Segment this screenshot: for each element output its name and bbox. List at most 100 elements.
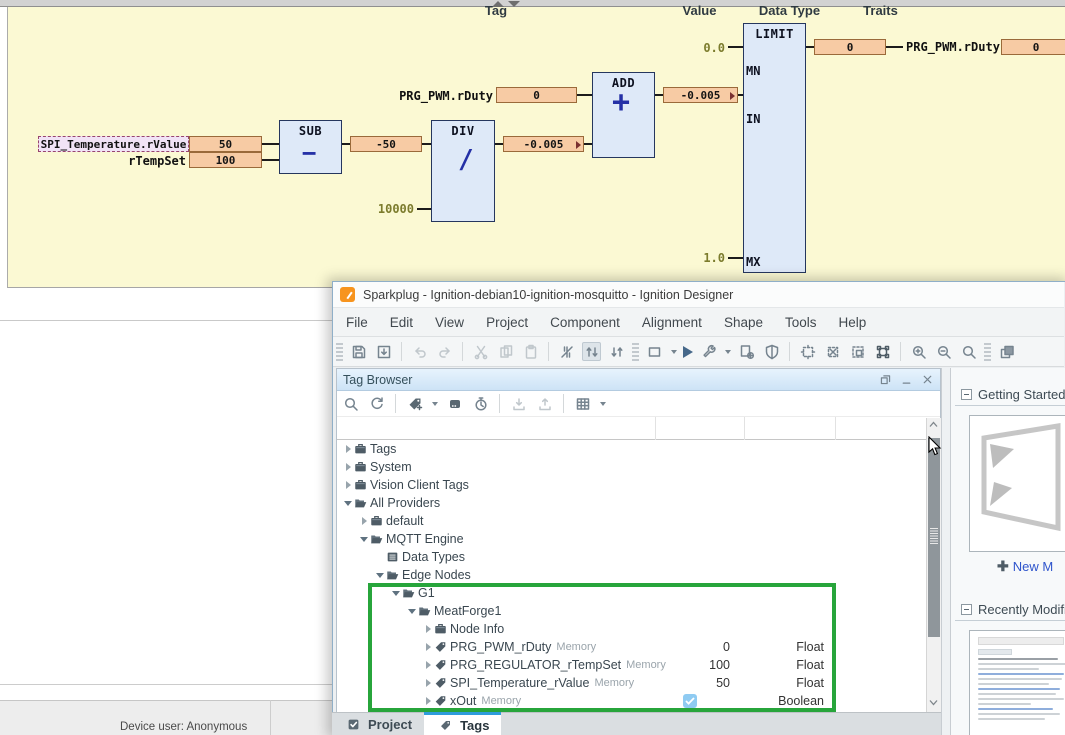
expand-right-icon[interactable] (343, 481, 353, 489)
expand-selection-button[interactable] (798, 342, 817, 361)
udt-definitions-button[interactable] (445, 394, 464, 413)
import-tags-button[interactable] (509, 394, 528, 413)
collapse-section-icon[interactable] (961, 604, 972, 615)
tree-row[interactable]: PRG_REGULATOR_rTempSetMemory100Float (337, 656, 926, 674)
close-panel-button[interactable] (920, 372, 935, 387)
security-shield-button[interactable] (762, 342, 781, 361)
snap-vertical-toggle-button[interactable] (582, 342, 601, 361)
expand-down-icon[interactable] (359, 537, 369, 542)
scroll-down-icon[interactable] (929, 699, 938, 709)
fbd-var-feedback[interactable]: PRG_PWM.rDuty (395, 89, 493, 103)
cut-button[interactable] (471, 342, 490, 361)
tree-row[interactable]: SPI_Temperature_rValueMemory50Float (337, 674, 926, 692)
tree-row[interactable]: Data Types (337, 548, 926, 566)
fbd-var-setpoint[interactable]: rTempSet (100, 154, 186, 168)
expand-right-icon[interactable] (423, 643, 433, 651)
expand-right-icon[interactable] (423, 679, 433, 687)
menu-project[interactable]: Project (475, 308, 539, 337)
new-item-link[interactable]: ✚ New M (997, 558, 1053, 575)
tab-tags[interactable]: Tags (424, 712, 501, 735)
tree-row[interactable]: default (337, 512, 926, 530)
tree-row[interactable]: MeatForge1 (337, 602, 926, 620)
menu-alignment[interactable]: Alignment (631, 308, 713, 337)
boolean-checkbox[interactable] (683, 694, 697, 708)
tag-browser-titlebar[interactable]: Tag Browser (337, 369, 940, 391)
zoom-in-button[interactable] (909, 342, 928, 361)
expand-right-icon[interactable] (423, 625, 433, 633)
tree-row[interactable]: Edge Nodes (337, 566, 926, 584)
tag-table-header[interactable] (337, 417, 926, 440)
fbd-value-output[interactable]: 0 (1001, 39, 1065, 55)
minimize-panel-button[interactable] (899, 372, 914, 387)
fbd-literal-divisor[interactable]: 10000 (364, 202, 414, 216)
fit-selection-button[interactable] (848, 342, 867, 361)
fbd-value-add-out[interactable]: -0.005 (663, 87, 738, 103)
tools-wrench-button[interactable] (699, 342, 718, 361)
fbd-var-source[interactable]: SPI_Temperature.rValue (38, 136, 189, 152)
tree-row[interactable]: Node Info (337, 620, 926, 638)
fbd-value-source[interactable]: 50 (189, 136, 262, 152)
refresh-tags-button[interactable] (367, 394, 386, 413)
save-button[interactable] (349, 342, 368, 361)
column-config-caret-icon[interactable] (600, 402, 606, 406)
expand-down-icon[interactable] (343, 501, 353, 506)
save-all-button[interactable] (374, 342, 393, 361)
fbd-block-limit[interactable]: LIMIT MN IN MX (743, 23, 806, 273)
window-titlebar[interactable]: Sparkplug - Ignition-debian10-ignition-m… (333, 282, 1064, 308)
expand-right-icon[interactable] (359, 517, 369, 525)
fbd-value-setpoint[interactable]: 100 (189, 152, 262, 168)
toolbar-grip[interactable] (632, 343, 639, 361)
menu-view[interactable]: View (424, 308, 475, 337)
collapse-section-icon[interactable] (961, 389, 972, 400)
expand-right-icon[interactable] (343, 463, 353, 471)
expand-down-icon[interactable] (391, 591, 401, 596)
fbd-block-sub[interactable]: SUB − (279, 120, 342, 174)
column-header-tag[interactable]: Tag (337, 3, 655, 18)
guides-toggle-button[interactable] (557, 342, 576, 361)
fbd-var-output[interactable]: PRG_PWM.rDuty (906, 40, 998, 54)
scroll-up-icon[interactable] (929, 421, 938, 431)
new-tag-caret-icon[interactable] (432, 402, 438, 406)
tree-row[interactable]: MQTT Engine (337, 530, 926, 548)
expand-right-icon[interactable] (343, 445, 353, 453)
tree-row[interactable]: G1 (337, 584, 926, 602)
tree-row[interactable]: PRG_PWM_rDutyMemory0Float (337, 638, 926, 656)
menu-component[interactable]: Component (539, 308, 631, 337)
tools-wrench-caret-icon[interactable] (725, 350, 731, 354)
tree-row[interactable]: System (337, 458, 926, 476)
toolbar-grip[interactable] (336, 343, 343, 361)
recently-modified-thumbnail[interactable] (969, 630, 1065, 735)
fbd-value-feedback[interactable]: 0 (496, 87, 577, 103)
expand-down-icon[interactable] (407, 609, 417, 614)
paste-special-button[interactable] (496, 342, 515, 361)
float-panel-button[interactable] (878, 372, 893, 387)
column-config-button[interactable] (573, 394, 592, 413)
redo-button[interactable] (435, 342, 454, 361)
menu-help[interactable]: Help (828, 308, 878, 337)
menu-shape[interactable]: Shape (713, 308, 774, 337)
menu-edit[interactable]: Edit (379, 308, 424, 337)
column-header-value[interactable]: Value (655, 3, 744, 18)
fbd-block-add[interactable]: ADD + (592, 72, 655, 158)
fbd-literal-min[interactable]: 0.0 (699, 41, 725, 55)
tree-row[interactable]: All Providers (337, 494, 926, 512)
expand-right-icon[interactable] (423, 697, 433, 705)
tag-value-cell[interactable]: 50 (655, 676, 744, 690)
panel-splitter[interactable] (941, 368, 951, 735)
fbd-value-limit-out[interactable]: 0 (814, 39, 886, 55)
tag-value-cell[interactable] (655, 694, 744, 709)
fbd-value-sub-out[interactable]: -50 (350, 136, 422, 152)
undo-button[interactable] (410, 342, 429, 361)
menu-file[interactable]: File (335, 308, 379, 337)
transform-selection-button[interactable] (873, 342, 892, 361)
tag-group-timer-button[interactable] (471, 394, 490, 413)
collapse-selection-button[interactable] (823, 342, 842, 361)
cascade-windows-button[interactable] (997, 342, 1016, 361)
menu-tools[interactable]: Tools (774, 308, 828, 337)
tree-row[interactable]: xOutMemoryBoolean (337, 692, 926, 710)
snap-horizontal-toggle-button[interactable] (607, 342, 626, 361)
tree-row[interactable]: Tags (337, 440, 926, 458)
new-tag-button[interactable] (405, 394, 424, 413)
zoom-reset-button[interactable] (959, 342, 978, 361)
tag-value-cell[interactable]: 100 (655, 658, 744, 672)
